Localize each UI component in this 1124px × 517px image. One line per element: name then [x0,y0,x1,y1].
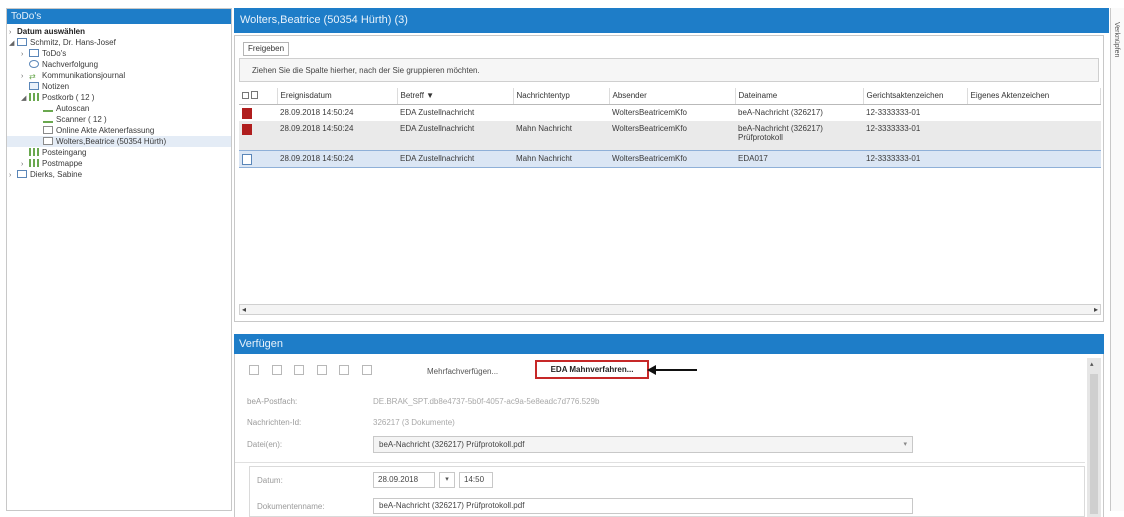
column-header-eigenes-aktenzeichen[interactable]: Eigenes Aktenzeichen [967,88,1101,105]
scroll-left-icon[interactable]: ◂ [242,305,246,314]
tree-item-online-akte[interactable]: Online Akte Aktenerfassung [7,125,231,136]
folder-icon [43,126,53,134]
tree-item-notizen[interactable]: Notizen [7,81,231,92]
tree-item-schmitz[interactable]: ◢ Schmitz, Dr. Hans-Josef [7,37,231,48]
dokumentenname-input[interactable]: beA-Nachricht (326217) Prüfprotokoll.pdf [373,498,913,514]
tree-item-kommunikationsjournal[interactable]: › ⇄ Kommunikationsjournal [7,70,231,81]
bea-postfach-value: DE.BRAK_SPT.db8e4737-5b0f-4057-ac9a-5e8e… [373,397,600,406]
sort-down-icon: ▼ [426,91,435,101]
check-icon[interactable] [361,364,372,375]
bea-postfach-label: beA-Postfach: [247,397,298,406]
dateien-label: Datei(en): [247,440,283,449]
tree-item-posteingang[interactable]: Posteingang [7,147,231,158]
column-header-ereignisdatum[interactable]: Ereignisdatum [277,88,398,105]
nachrichten-id-value: 326217 (3 Dokumente) [373,418,455,427]
time-input[interactable]: 14:50 [459,472,493,488]
tree-item-autoscan[interactable]: Autoscan [7,103,231,114]
datum-input[interactable]: 28.09.2018 [373,472,435,488]
tree-item-postmappe[interactable]: › Postmappe [7,158,231,169]
document-icon [242,154,252,165]
verfuegen-title-bar: Verfügen [234,334,1104,354]
vertical-scrollbar[interactable]: ▴ [1087,358,1101,517]
communication-icon: ⇄ [29,72,36,81]
todo-panel-title: ToDo's [7,9,231,24]
divider [235,462,1085,463]
tree-item-wolters[interactable]: Wolters,Beatrice (50354 Hürth) [7,136,231,147]
message-table: Ereignisdatum Betreff ▼ Nachrichtentyp A… [239,88,1101,168]
eda-mahnverfahren-button[interactable]: EDA Mahnverfahren... [535,360,649,379]
annotation-arrow [653,369,697,371]
scanner-icon [43,115,53,123]
table-row[interactable]: 28.09.2018 14:50:24 EDA Zustellnachricht… [239,120,1101,151]
list-icon[interactable] [339,364,350,375]
postkorb-icon [29,93,39,101]
user-file-icon [17,170,27,178]
calendar-dropdown-button[interactable]: ▾ [439,472,455,488]
edit-icon[interactable] [316,364,327,375]
message-grid: Freigeben Ziehen Sie die Spalte hierher,… [234,35,1104,322]
table-row[interactable]: 28.09.2018 14:50:24 EDA Zustellnachricht… [239,104,1101,121]
tree-item-dierks[interactable]: › Dierks, Sabine [7,169,231,180]
todo-panel: ToDo's › Datum auswählen ◢ Schmitz, Dr. Ha… [6,8,232,511]
horizontal-scrollbar[interactable]: ◂ ▸ [239,304,1101,315]
verfuegen-panel: Mehrfachverfügen... EDA Mahnverfahren...… [234,354,1104,517]
side-tab[interactable]: Verknüpfen [1110,8,1124,511]
forward-icon[interactable] [294,364,305,375]
assign-icon[interactable] [249,364,259,375]
chevron-right-icon: › [9,172,12,179]
column-header-gerichtsaktenzeichen[interactable]: Gerichtsaktenzeichen [863,88,968,105]
chevron-down-icon: ▾ [903,441,907,448]
column-header-dateiname[interactable]: Dateiname [735,88,864,105]
table-row-selected[interactable]: 28.09.2018 14:50:24 EDA Zustellnachricht… [239,150,1101,168]
column-header-select[interactable] [239,88,278,105]
verfuegen-toolbar [249,364,382,380]
freigeben-button[interactable]: Freigeben [243,42,290,56]
postmappe-icon [29,159,39,167]
dokumentenname-label: Dokumentenname: [257,502,325,511]
tree-item-scanner[interactable]: Scanner ( 12 ) [7,114,231,125]
scan-icon [43,104,53,112]
tree-item-todos[interactable]: › ToDo's [7,48,231,59]
clock-icon [29,60,39,68]
column-header-nachrichtentyp[interactable]: Nachrichtentyp [513,88,610,105]
group-by-area[interactable]: Ziehen Sie die Spalte hierher, nach der … [239,58,1099,82]
user-file-icon [17,38,27,46]
datum-label: Datum: [257,476,283,485]
todo-icon [29,49,39,57]
column-header-betreff[interactable]: Betreff ▼ [397,88,514,105]
pdf-icon [242,123,252,135]
scroll-right-icon[interactable]: ▸ [1094,305,1098,314]
mailbox-folder-icon [43,137,53,145]
nachrichten-id-label: Nachrichten-Id: [247,418,302,427]
posteingang-icon [29,148,39,156]
column-header-absender[interactable]: Absender [609,88,736,105]
checkbox-icon [242,91,249,99]
tree-item-datum[interactable]: › Datum auswählen [7,26,231,37]
scrollbar-thumb[interactable] [1090,374,1098,514]
main-title-bar: Wolters,Beatrice (50354 Hürth) (3) [234,8,1109,33]
dateien-select[interactable]: beA-Nachricht (326217) Prüfprotokoll.pdf… [373,436,913,453]
todo-tree: › Datum auswählen ◢ Schmitz, Dr. Hans-Jose… [7,24,231,180]
mehrfachverfuegen-button[interactable]: Mehrfachverfügen... [427,367,498,376]
note-icon [29,82,39,90]
scroll-up-icon[interactable]: ▴ [1090,360,1094,368]
attachment-icon [251,90,258,99]
tree-item-nachverfolgung[interactable]: Nachverfolgung [7,59,231,70]
copy-icon[interactable] [271,364,282,375]
tree-item-postkorb[interactable]: ◢ Postkorb ( 12 ) [7,92,231,103]
pdf-icon [242,107,252,119]
